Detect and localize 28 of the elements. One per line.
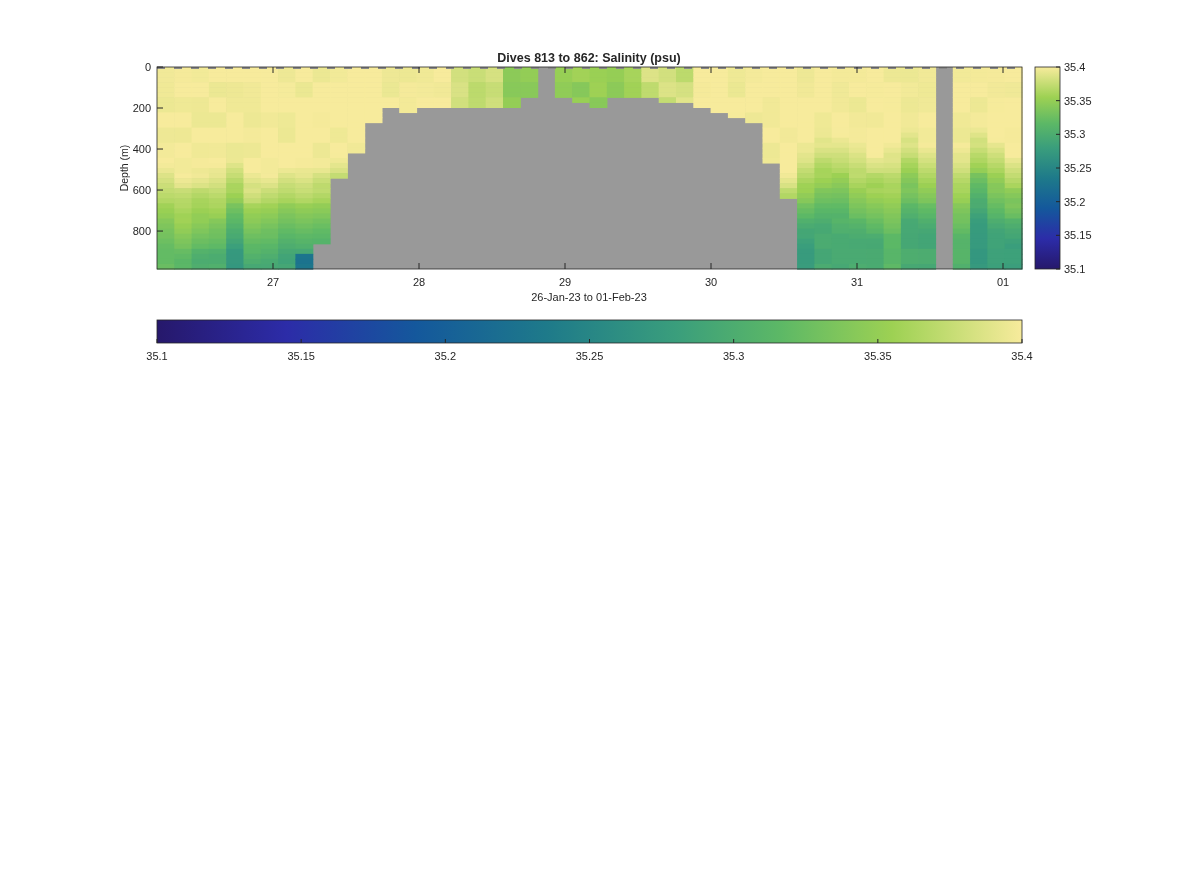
tick-label: 30 bbox=[704, 276, 718, 288]
tick-label: 400 bbox=[132, 143, 151, 156]
tick-label: 35.25 bbox=[1064, 162, 1092, 174]
tick-label: 35.2 bbox=[1064, 195, 1086, 208]
tick-label: 01 bbox=[996, 276, 1010, 288]
tick-label: 35.3 bbox=[1064, 128, 1086, 141]
chart-title: Dives 813 to 862: Salinity (psu) bbox=[497, 51, 681, 65]
tick-label: 35.3 bbox=[722, 350, 745, 362]
tick-label: 35.1 bbox=[146, 350, 168, 362]
tick-label: 31 bbox=[850, 276, 864, 288]
tick-label: 35.15 bbox=[287, 350, 315, 362]
tick-label: 35.15 bbox=[1064, 229, 1092, 242]
tick-label: 35.1 bbox=[1064, 263, 1086, 275]
tick-label: 29 bbox=[558, 276, 572, 288]
tick-label: 27 bbox=[266, 276, 280, 288]
axis-label: Depth (m) bbox=[118, 144, 130, 192]
tick-label: 800 bbox=[132, 225, 151, 238]
axis-label: 26-Jan-23 to 01-Feb-23 bbox=[531, 291, 647, 303]
tick-label: 0 bbox=[144, 61, 151, 73]
tick-label: 35.4 bbox=[1064, 61, 1086, 73]
tick-label: 35.35 bbox=[1064, 94, 1092, 107]
tick-label: 28 bbox=[412, 276, 426, 288]
tick-label: 35.25 bbox=[575, 350, 604, 362]
tick-label: 35.2 bbox=[434, 350, 457, 362]
tick-label: 600 bbox=[132, 184, 151, 197]
tick-label: 35.4 bbox=[1011, 350, 1033, 362]
tick-label: 200 bbox=[132, 102, 151, 114]
tick-label: 35.35 bbox=[864, 350, 892, 362]
